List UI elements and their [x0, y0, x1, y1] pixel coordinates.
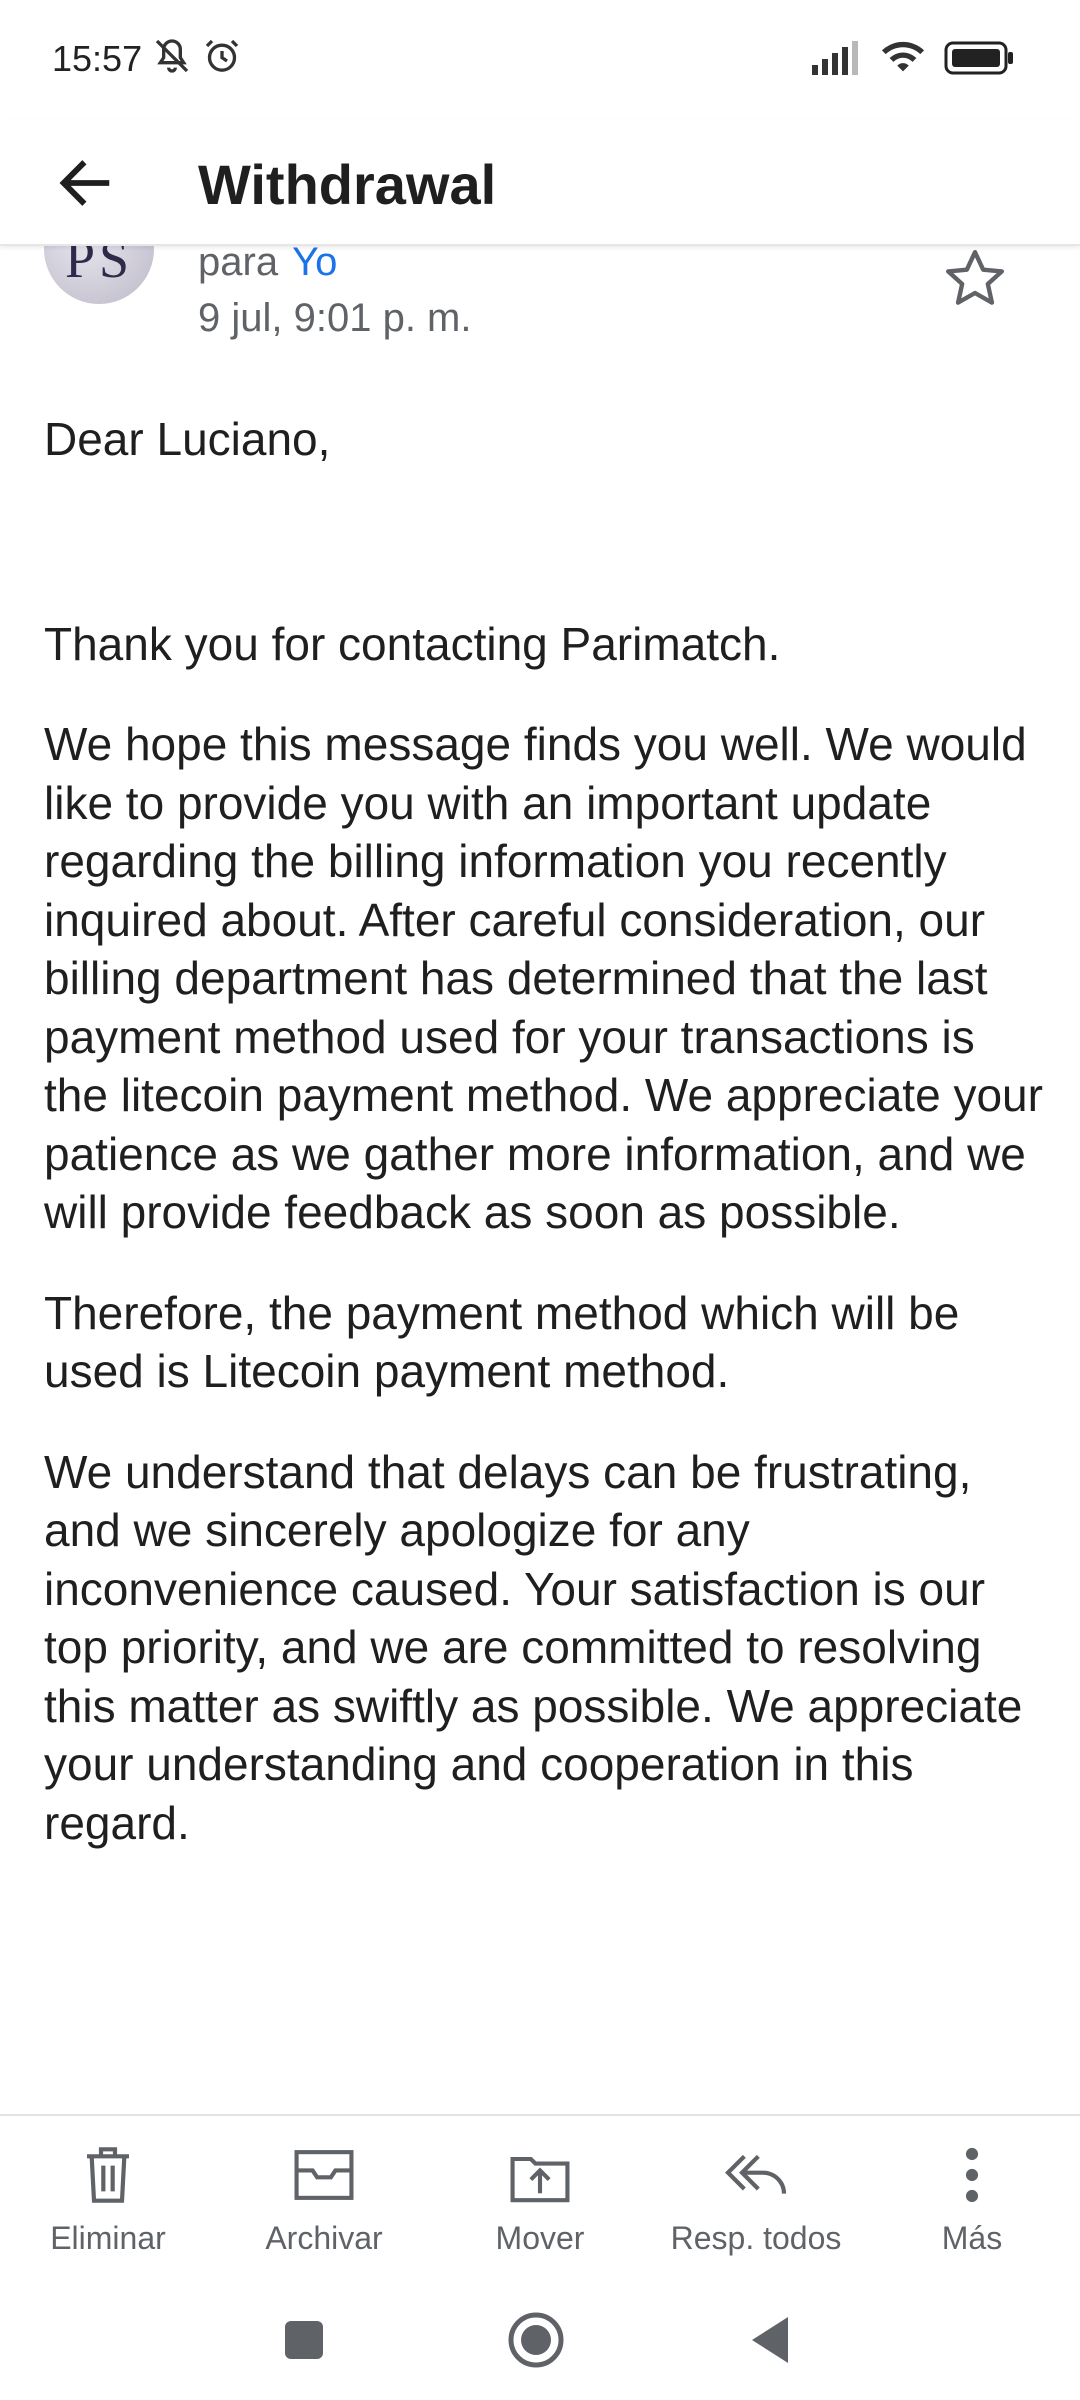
page-title: Withdrawal [198, 153, 497, 216]
reply-all-icon [721, 2140, 791, 2210]
star-outline-icon [940, 249, 1010, 318]
back-button[interactable] [42, 142, 128, 228]
action-label: Mover [495, 2220, 585, 2256]
email-paragraph: We hope this message finds you well. We … [44, 718, 1043, 1238]
email-paragraph: Thank you for contacting Parimatch. [44, 617, 781, 670]
archive-button[interactable]: Archivar [224, 2140, 424, 2280]
reply-all-button[interactable]: Resp. todos [656, 2140, 856, 2280]
email-paragraph: We understand that delays can be frustra… [44, 1445, 1023, 1849]
arrow-back-icon [53, 151, 117, 220]
email-greeting: Dear Luciano, [44, 413, 331, 465]
more-button[interactable]: Más [872, 2140, 1072, 2280]
avatar[interactable]: PS [44, 246, 154, 304]
battery-icon [944, 41, 1014, 80]
alarm-icon [202, 36, 242, 81]
home-button[interactable] [500, 2306, 572, 2378]
system-nav-bar [0, 2286, 1080, 2400]
wifi-icon [880, 40, 926, 81]
archive-icon [289, 2140, 359, 2210]
email-body: Dear Luciano, Thank you for contacting P… [44, 410, 1044, 1852]
status-bar: 15:57 [0, 0, 1080, 120]
action-label: Archivar [265, 2220, 383, 2256]
sent-date: 9 jul, 9:01 p. m. [198, 296, 472, 340]
move-button[interactable]: Mover [440, 2140, 640, 2280]
sender-block: PS para Yo 9 jul, 9:01 p. m. [0, 246, 1080, 386]
recipient-name: Yo [292, 246, 338, 284]
status-time: 15:57 [52, 38, 143, 79]
signal-icon [812, 41, 862, 80]
recents-button[interactable] [268, 2306, 340, 2378]
bell-off-icon [152, 36, 192, 81]
recents-square-icon [284, 2320, 324, 2365]
recipient-line[interactable]: para Yo [198, 246, 337, 285]
back-triangle-icon [748, 2315, 792, 2370]
status-right-icons [812, 40, 1014, 81]
status-left-icons [152, 36, 242, 81]
email-paragraph: Therefore, the payment method which will… [44, 1286, 960, 1398]
trash-icon [73, 2140, 143, 2210]
star-button[interactable] [940, 246, 1020, 324]
action-label: Eliminar [50, 2220, 166, 2256]
app-header: Withdrawal [0, 120, 1080, 246]
action-label: Resp. todos [670, 2220, 842, 2256]
delete-button[interactable]: Eliminar [8, 2140, 208, 2280]
action-label: Más [941, 2220, 1003, 2256]
to-label: para [198, 246, 279, 284]
nav-back-button[interactable] [734, 2306, 806, 2378]
avatar-initials: PS [64, 246, 134, 289]
home-circle-icon [506, 2310, 566, 2375]
move-icon [505, 2140, 575, 2210]
more-vert-icon [937, 2140, 1007, 2210]
action-bar: Eliminar Archivar Mover Resp. todos Más [0, 2114, 1080, 2286]
